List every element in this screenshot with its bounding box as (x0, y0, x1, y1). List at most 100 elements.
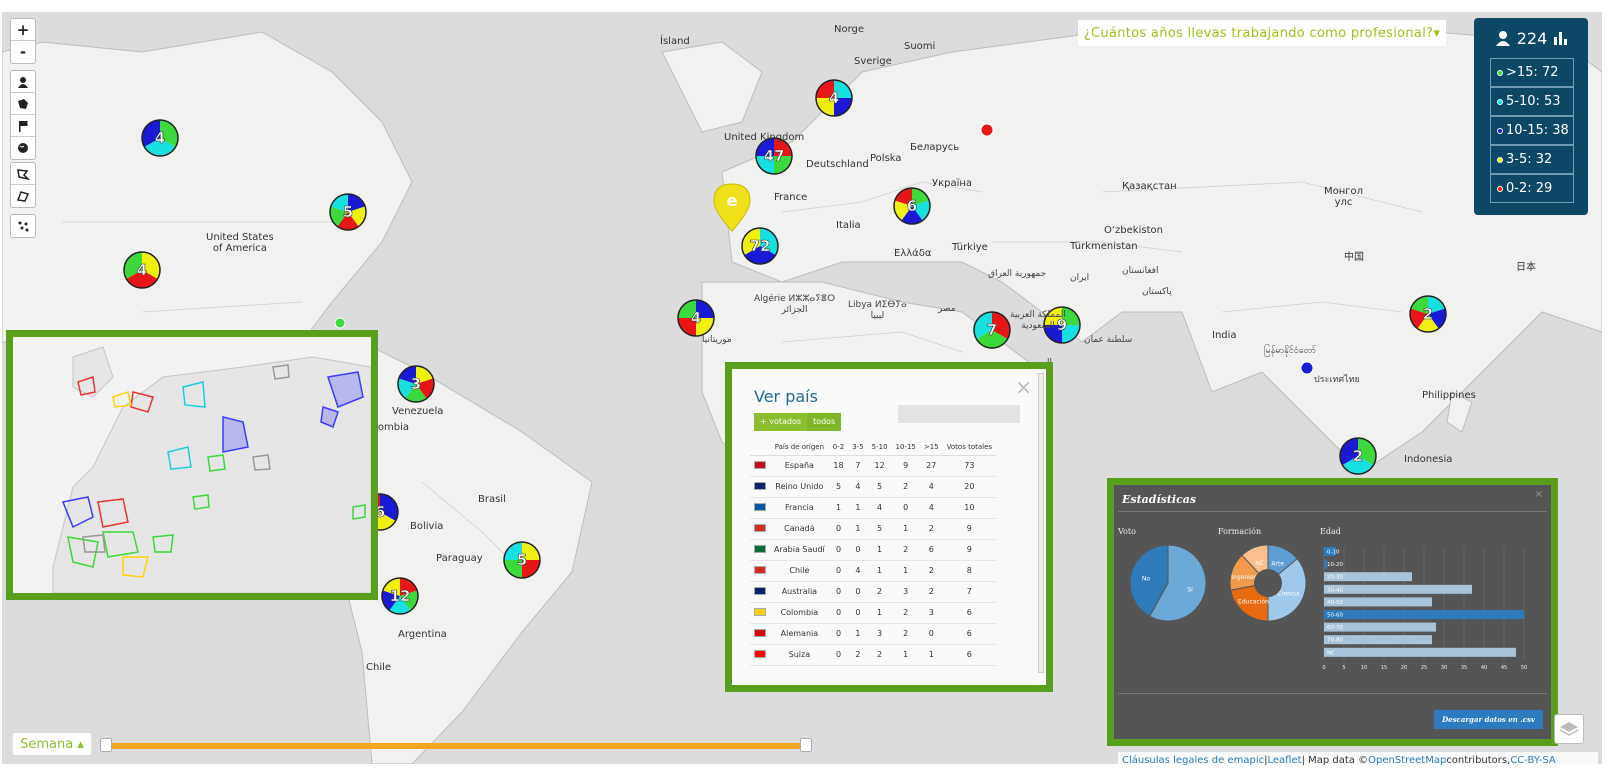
table-row[interactable]: Australia 0 0 2 3 2 7 (750, 581, 997, 603)
leaflet-link[interactable]: Leaflet (1268, 755, 1302, 766)
axis-tick-label: 20 (1401, 665, 1407, 671)
country-name: Alemania (770, 623, 829, 645)
table-row[interactable]: Colombia 0 0 1 2 3 6 (750, 602, 997, 624)
vote-count: 2 (891, 623, 920, 645)
vote-cluster-marker[interactable]: 4 (815, 79, 853, 117)
vote-cluster-marker[interactable]: 4 (677, 299, 715, 337)
vote-count: 2 (891, 476, 920, 498)
education-donut-chart: ArteCienciaEducaciónIngenieríaNC (1229, 544, 1307, 622)
vote-cluster-marker[interactable]: 7 (973, 311, 1011, 349)
table-row[interactable]: Arabia Saudí 0 0 1 2 6 9 (750, 539, 997, 561)
table-row[interactable]: Suiza 0 2 2 1 1 6 (750, 644, 997, 666)
legend-item[interactable]: 0-2: 29 (1490, 174, 1574, 203)
svg-text:e: e (727, 191, 738, 210)
vote-cluster-marker[interactable]: 6 (893, 187, 931, 225)
voto-label: Voto (1118, 527, 1136, 536)
vote-count: 12 (867, 455, 892, 477)
pie-slice-label: Educación (1238, 599, 1269, 606)
timeline-slider[interactable] (100, 738, 812, 752)
cluster-count: 3 (411, 375, 421, 393)
vote-count: 5 (867, 476, 892, 498)
table-header[interactable]: >15 (919, 439, 943, 456)
region-icon (18, 98, 28, 109)
zoom-out-button[interactable]: - (11, 41, 35, 63)
legend-item[interactable]: 10-15: 38 (1490, 116, 1574, 145)
pie-slice-label: Sí (1187, 587, 1193, 594)
table-row[interactable]: Chile 0 4 1 1 2 8 (750, 560, 997, 582)
flag-icon (19, 120, 28, 132)
user-filter-button[interactable] (11, 71, 35, 93)
legal-link[interactable]: Cláusulas legales de emapic (1122, 755, 1264, 766)
total-votes: 224 (1516, 28, 1548, 48)
cluster-count: 6 (907, 197, 917, 215)
zoom-in-button[interactable]: + (11, 19, 35, 41)
vote-cluster-marker[interactable]: 2 (1409, 295, 1447, 333)
legend-item[interactable]: 3-5: 32 (1490, 145, 1574, 174)
draw-polygon-button[interactable] (11, 163, 35, 185)
close-icon[interactable]: × (1015, 375, 1032, 399)
country-search-input[interactable] (898, 405, 1020, 423)
label-argentina: Argentina (398, 629, 447, 640)
most-voted-button[interactable]: + votados (754, 413, 808, 431)
slider-start-handle[interactable] (100, 738, 112, 752)
vote-cluster-marker[interactable]: 12 (381, 577, 419, 615)
axis-tick-label: 0 (1322, 665, 1325, 671)
vote-cluster-marker[interactable]: 5 (503, 541, 541, 579)
download-csv-button[interactable]: Descargar datos en .csv (1434, 710, 1543, 729)
age-bar[interactable] (1324, 647, 1516, 657)
layers-button[interactable] (1554, 714, 1584, 744)
table-header[interactable]: País de origen (770, 439, 829, 456)
age-bar[interactable] (1324, 584, 1472, 594)
vote-count: 0 (828, 623, 849, 645)
world-filter-button[interactable] (11, 137, 35, 159)
vote-count: 2 (919, 518, 943, 540)
country-filter-button[interactable] (11, 115, 35, 137)
bar-chart-icon[interactable] (1553, 31, 1568, 45)
vote-cluster-marker[interactable]: 2 (1339, 437, 1377, 475)
legend-item[interactable]: >15: 72 (1490, 58, 1574, 87)
draw-shape-button[interactable] (11, 185, 35, 207)
label-brasil: Brasil (478, 494, 506, 505)
vote-cluster-marker[interactable]: 5 (329, 193, 367, 231)
question-dropdown[interactable]: ¿Cuántos años llevas trabajando como pro… (1078, 20, 1446, 46)
panel-scrollbar[interactable] (1038, 373, 1044, 673)
osm-link[interactable]: OpenStreetMap (1368, 755, 1446, 766)
country-name: Colombia (770, 602, 829, 624)
table-row[interactable]: Alemania 0 1 3 2 0 6 (750, 623, 997, 645)
table-header[interactable]: 0-2 (828, 439, 849, 456)
legend-item-label: >15: 72 (1506, 65, 1559, 80)
all-button[interactable]: todos (807, 413, 842, 431)
label-turkiye: Türkiye (952, 242, 988, 253)
license-link[interactable]: CC-BY-SA (1510, 755, 1555, 766)
table-row[interactable]: España 18 7 12 9 27 73 (750, 455, 997, 477)
vote-cluster-marker[interactable]: 72 (741, 227, 779, 265)
cluster-icon (18, 221, 29, 232)
close-icon[interactable]: × (1535, 489, 1543, 500)
vote-cluster-marker[interactable]: 3 (397, 365, 435, 403)
vote-cluster-marker[interactable]: 47 (755, 137, 793, 175)
table-row[interactable]: Francia 1 1 4 0 4 10 (750, 497, 997, 519)
legend-item[interactable]: 5-10: 53 (1490, 87, 1574, 116)
table-header[interactable] (750, 439, 770, 456)
vote-cluster-marker[interactable]: 4 (141, 119, 179, 157)
table-header[interactable]: 10-15 (891, 439, 920, 456)
table-header[interactable]: Votos totales (942, 439, 997, 456)
label-iran: ایران (1070, 273, 1090, 283)
flag-icon (750, 455, 770, 477)
cluster-toggle-button[interactable] (11, 215, 35, 237)
region-minimap[interactable] (6, 330, 378, 600)
legend-item-label: 5-10: 53 (1506, 94, 1561, 109)
vote-cluster-marker[interactable]: 4 (123, 251, 161, 289)
age-bar[interactable] (1324, 610, 1524, 619)
table-row[interactable]: Canadá 0 1 5 1 2 9 (750, 518, 997, 540)
axis-tick-label: 45 (1501, 665, 1507, 671)
region-filter-button[interactable] (11, 93, 35, 115)
table-header[interactable]: 5-10 (867, 439, 892, 456)
vote-count: 0 (828, 581, 849, 603)
label-ellada: Ελλάδα (894, 248, 932, 259)
slider-end-handle[interactable] (800, 738, 812, 752)
flag-icon (750, 581, 770, 603)
table-row[interactable]: Reino Unido 5 4 5 2 4 20 (750, 476, 997, 498)
timeline-dropdown[interactable]: Semana ▴ (12, 732, 92, 756)
table-header[interactable]: 3-5 (848, 439, 868, 456)
